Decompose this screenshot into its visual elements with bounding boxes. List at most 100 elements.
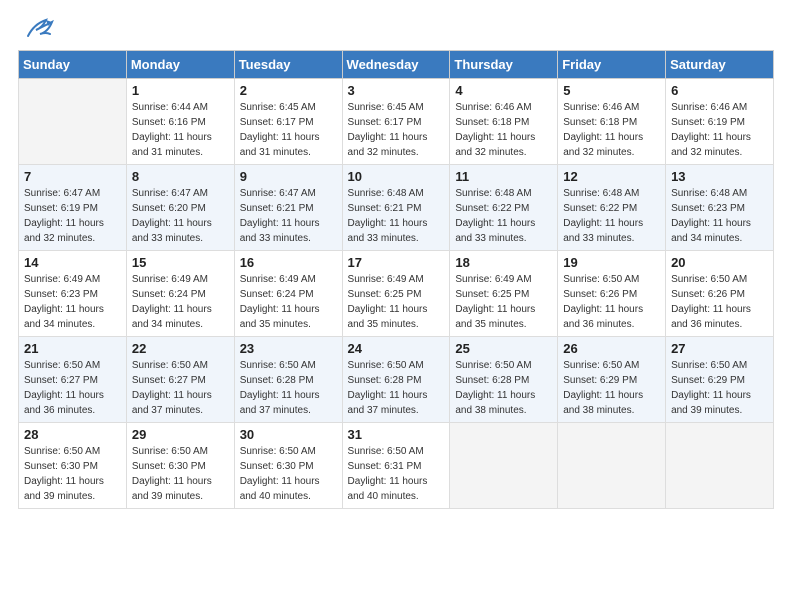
weekday-header-thursday: Thursday (450, 51, 558, 79)
calendar-cell: 17Sunrise: 6:49 AMSunset: 6:25 PMDayligh… (342, 251, 450, 337)
day-number: 3 (348, 83, 445, 98)
day-number: 8 (132, 169, 229, 184)
calendar-cell: 27 Sunrise: 6:50 AMSunset: 6:29 PMDayligh… (666, 337, 774, 423)
day-info: Sunrise: 6:49 AMSunset: 6:24 PMDaylight:… (132, 272, 229, 332)
calendar-cell: 12 Sunrise: 6:48 AMSunset: 6:22 PMDayligh… (558, 165, 666, 251)
weekday-header-wednesday: Wednesday (342, 51, 450, 79)
day-info: Sunrise: 6:47 AMSunset: 6:20 PMDaylight:… (132, 186, 229, 246)
day-number: 26 (563, 341, 660, 356)
calendar-week-row: 14 Sunrise: 6:49 AMSunset: 6:23 PMDayligh… (19, 251, 774, 337)
calendar-cell: 30 Sunrise: 6:50 AMSunset: 6:30 PMDayligh… (234, 423, 342, 509)
day-info: Sunrise: 6:49 AMSunset: 6:25 PMDaylight:… (348, 272, 445, 332)
calendar-cell (666, 423, 774, 509)
calendar-cell: 6Sunrise: 6:46 AMSunset: 6:19 PMDaylight… (666, 79, 774, 165)
day-info: Sunrise: 6:50 AMSunset: 6:29 PMDaylight:… (563, 358, 660, 418)
calendar-cell: 18 Sunrise: 6:49 AMSunset: 6:25 PMDayligh… (450, 251, 558, 337)
day-info: Sunrise: 6:48 AMSunset: 6:22 PMDaylight:… (455, 186, 552, 246)
day-number: 31 (348, 427, 445, 442)
calendar-cell: 14 Sunrise: 6:49 AMSunset: 6:23 PMDayligh… (19, 251, 127, 337)
calendar-cell: 8 Sunrise: 6:47 AMSunset: 6:20 PMDaylight… (126, 165, 234, 251)
calendar-cell (19, 79, 127, 165)
day-info: Sunrise: 6:48 AMSunset: 6:21 PMDaylight:… (348, 186, 445, 246)
day-info: Sunrise: 6:50 AMSunset: 6:30 PMDaylight:… (240, 444, 337, 504)
day-info: Sunrise: 6:49 AMSunset: 6:23 PMDaylight:… (24, 272, 121, 332)
day-info: Sunrise: 6:45 AMSunset: 6:17 PMDaylight:… (240, 100, 337, 160)
day-info: Sunrise: 6:48 AMSunset: 6:22 PMDaylight:… (563, 186, 660, 246)
day-number: 7 (24, 169, 121, 184)
weekday-header-saturday: Saturday (666, 51, 774, 79)
day-info: Sunrise: 6:47 AMSunset: 6:21 PMDaylight:… (240, 186, 337, 246)
weekday-header-row: SundayMondayTuesdayWednesdayThursdayFrid… (19, 51, 774, 79)
weekday-header-monday: Monday (126, 51, 234, 79)
day-number: 19 (563, 255, 660, 270)
calendar-cell: 2 Sunrise: 6:45 AMSunset: 6:17 PMDaylight… (234, 79, 342, 165)
calendar-cell: 29 Sunrise: 6:50 AMSunset: 6:30 PMDayligh… (126, 423, 234, 509)
calendar-cell (558, 423, 666, 509)
day-number: 24 (348, 341, 445, 356)
day-number: 21 (24, 341, 121, 356)
calendar-cell: 5 Sunrise: 6:46 AMSunset: 6:18 PMDaylight… (558, 79, 666, 165)
day-number: 2 (240, 83, 337, 98)
day-number: 1 (132, 83, 229, 98)
calendar-cell: 26 Sunrise: 6:50 AMSunset: 6:29 PMDayligh… (558, 337, 666, 423)
day-info: Sunrise: 6:46 AMSunset: 6:18 PMDaylight:… (563, 100, 660, 160)
day-number: 10 (348, 169, 445, 184)
day-number: 27 (671, 341, 768, 356)
weekday-header-tuesday: Tuesday (234, 51, 342, 79)
day-number: 15 (132, 255, 229, 270)
day-info: Sunrise: 6:46 AMSunset: 6:18 PMDaylight:… (455, 100, 552, 160)
calendar-cell: 28 Sunrise: 6:50 AMSunset: 6:30 PMDayligh… (19, 423, 127, 509)
weekday-header-friday: Friday (558, 51, 666, 79)
calendar-cell: 21 Sunrise: 6:50 AMSunset: 6:27 PMDayligh… (19, 337, 127, 423)
calendar-cell: 13Sunrise: 6:48 AMSunset: 6:23 PMDayligh… (666, 165, 774, 251)
day-info: Sunrise: 6:50 AMSunset: 6:27 PMDaylight:… (24, 358, 121, 418)
day-info: Sunrise: 6:47 AMSunset: 6:19 PMDaylight:… (24, 186, 121, 246)
day-info: Sunrise: 6:50 AMSunset: 6:29 PMDaylight:… (671, 358, 768, 418)
day-info: Sunrise: 6:50 AMSunset: 6:30 PMDaylight:… (132, 444, 229, 504)
day-number: 16 (240, 255, 337, 270)
page: SundayMondayTuesdayWednesdayThursdayFrid… (0, 0, 792, 612)
calendar-cell: 19 Sunrise: 6:50 AMSunset: 6:26 PMDayligh… (558, 251, 666, 337)
day-number: 11 (455, 169, 552, 184)
calendar-week-row: 7 Sunrise: 6:47 AMSunset: 6:19 PMDaylight… (19, 165, 774, 251)
day-info: Sunrise: 6:50 AMSunset: 6:26 PMDaylight:… (671, 272, 768, 332)
calendar-cell: 23 Sunrise: 6:50 AMSunset: 6:28 PMDayligh… (234, 337, 342, 423)
calendar-cell: 9Sunrise: 6:47 AMSunset: 6:21 PMDaylight… (234, 165, 342, 251)
day-info: Sunrise: 6:50 AMSunset: 6:26 PMDaylight:… (563, 272, 660, 332)
day-number: 12 (563, 169, 660, 184)
calendar-cell: 4 Sunrise: 6:46 AMSunset: 6:18 PMDaylight… (450, 79, 558, 165)
calendar-week-row: 28 Sunrise: 6:50 AMSunset: 6:30 PMDayligh… (19, 423, 774, 509)
calendar-cell: 3 Sunrise: 6:45 AMSunset: 6:17 PMDaylight… (342, 79, 450, 165)
day-info: Sunrise: 6:50 AMSunset: 6:28 PMDaylight:… (240, 358, 337, 418)
day-number: 22 (132, 341, 229, 356)
header (0, 0, 792, 50)
day-number: 4 (455, 83, 552, 98)
day-number: 6 (671, 83, 768, 98)
calendar-week-row: 1Sunrise: 6:44 AMSunset: 6:16 PMDaylight… (19, 79, 774, 165)
day-number: 13 (671, 169, 768, 184)
day-info: Sunrise: 6:49 AMSunset: 6:25 PMDaylight:… (455, 272, 552, 332)
weekday-header-sunday: Sunday (19, 51, 127, 79)
calendar-cell: 1Sunrise: 6:44 AMSunset: 6:16 PMDaylight… (126, 79, 234, 165)
day-number: 30 (240, 427, 337, 442)
day-info: Sunrise: 6:45 AMSunset: 6:17 PMDaylight:… (348, 100, 445, 160)
day-number: 20 (671, 255, 768, 270)
calendar-cell: 16Sunrise: 6:49 AMSunset: 6:24 PMDayligh… (234, 251, 342, 337)
calendar-cell: 24 Sunrise: 6:50 AMSunset: 6:28 PMDayligh… (342, 337, 450, 423)
day-number: 18 (455, 255, 552, 270)
day-number: 29 (132, 427, 229, 442)
logo-bird-icon (26, 18, 54, 40)
day-info: Sunrise: 6:50 AMSunset: 6:30 PMDaylight:… (24, 444, 121, 504)
calendar-cell: 11 Sunrise: 6:48 AMSunset: 6:22 PMDayligh… (450, 165, 558, 251)
day-number: 25 (455, 341, 552, 356)
day-info: Sunrise: 6:50 AMSunset: 6:28 PMDaylight:… (455, 358, 552, 418)
day-info: Sunrise: 6:50 AMSunset: 6:27 PMDaylight:… (132, 358, 229, 418)
day-number: 28 (24, 427, 121, 442)
day-number: 23 (240, 341, 337, 356)
calendar-cell: 7 Sunrise: 6:47 AMSunset: 6:19 PMDaylight… (19, 165, 127, 251)
day-info: Sunrise: 6:50 AMSunset: 6:28 PMDaylight:… (348, 358, 445, 418)
day-info: Sunrise: 6:50 AMSunset: 6:31 PMDaylight:… (348, 444, 445, 504)
day-number: 14 (24, 255, 121, 270)
day-number: 5 (563, 83, 660, 98)
calendar-cell: 15 Sunrise: 6:49 AMSunset: 6:24 PMDayligh… (126, 251, 234, 337)
